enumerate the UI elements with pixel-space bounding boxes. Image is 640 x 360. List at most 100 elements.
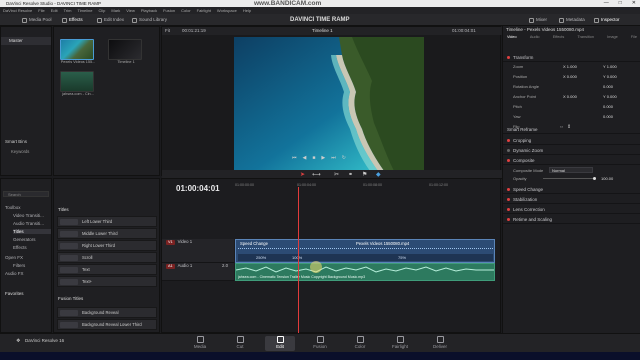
playhead[interactable]: [298, 187, 299, 334]
fx-effects[interactable]: Effects: [13, 245, 27, 250]
menu-file[interactable]: File: [38, 7, 44, 14]
menu-fusion[interactable]: Fusion: [163, 7, 175, 14]
menu-mark[interactable]: Mark: [111, 7, 120, 14]
trim-tool-icon[interactable]: ⟷: [312, 171, 321, 178]
opacity-field[interactable]: 100.00: [601, 176, 613, 181]
selection-tool-icon[interactable]: ➤: [300, 171, 305, 178]
stabilization-section[interactable]: Stabilization: [503, 195, 640, 204]
audio-clip[interactable]: jahsea.com - Cinematic Tension Trailer M…: [235, 263, 495, 281]
position-x-field[interactable]: X 0.000: [563, 74, 577, 79]
anchor-x-field[interactable]: X 0.000: [563, 94, 577, 99]
composite-mode-select[interactable]: Normal: [549, 167, 593, 173]
tab-file[interactable]: File: [631, 35, 637, 39]
close-button[interactable]: ✕: [632, 0, 636, 7]
video-track-header[interactable]: V1 Video 1: [162, 239, 234, 263]
page-cut[interactable]: Cut: [225, 336, 255, 349]
cropping-section[interactable]: Cropping: [503, 136, 640, 145]
link-icon[interactable]: ⚭: [348, 171, 353, 178]
menu-workspace[interactable]: Workspace: [217, 7, 237, 14]
smart-bin-keywords[interactable]: Keywords: [11, 149, 29, 154]
composite-section[interactable]: Composite: [503, 156, 640, 165]
zoom-y-field[interactable]: Y 1.000: [603, 64, 617, 69]
menu-trim[interactable]: Trim: [64, 7, 72, 14]
inspector-button[interactable]: Inspector: [594, 16, 620, 24]
menu-playback[interactable]: Playback: [141, 7, 157, 14]
pool-clip-1[interactable]: Pexels Videos 155...: [60, 39, 96, 64]
fx-titles[interactable]: Titles: [13, 229, 51, 234]
fx-item-right-lower-third[interactable]: Right Lower Third: [57, 240, 157, 251]
anchor-y-field[interactable]: Y 0.000: [603, 94, 617, 99]
smart-reframe-section[interactable]: Smart Reframe: [503, 125, 640, 134]
go-to-start-icon[interactable]: ⏮: [292, 155, 297, 161]
video-clip[interactable]: Speed Change Pexels Videos 1550080.mp4 2…: [235, 239, 495, 263]
loop-icon[interactable]: ↻: [342, 155, 346, 161]
fx-video-transitions[interactable]: Video Transiti...: [13, 213, 44, 218]
tab-audio[interactable]: Audio: [530, 35, 540, 39]
fx-audio-fx[interactable]: Audio FX: [5, 271, 24, 276]
fx-open-fx[interactable]: Open FX: [5, 255, 23, 260]
stop-icon[interactable]: ■: [312, 155, 315, 161]
dynamic-zoom-section[interactable]: Dynamic Zoom: [503, 146, 640, 155]
menu-color[interactable]: Color: [181, 7, 191, 14]
speed-change-section[interactable]: Speed Change: [503, 185, 640, 194]
page-deliver[interactable]: Deliver: [425, 336, 455, 349]
page-edit[interactable]: Edit: [265, 336, 295, 351]
pitch-field[interactable]: 0.000: [603, 104, 613, 109]
tab-effects[interactable]: Effects: [553, 35, 565, 39]
page-fairlight[interactable]: Fairlight: [385, 336, 415, 349]
opacity-slider[interactable]: [543, 177, 596, 180]
menu-view[interactable]: View: [126, 7, 135, 14]
flag-icon[interactable]: ⚑: [362, 171, 367, 178]
media-pool-button[interactable]: Media Pool: [22, 16, 52, 24]
fx-item-background-reveal-lower-third[interactable]: Background Reveal Lower Third: [57, 319, 157, 330]
fx-item-text-plus[interactable]: Text+: [57, 276, 157, 287]
yaw-field[interactable]: 0.000: [603, 114, 613, 119]
pool-clip-2[interactable]: Timeline 1: [108, 39, 144, 64]
marker-icon[interactable]: ◆: [376, 171, 381, 178]
tab-transition[interactable]: Transition: [577, 35, 594, 39]
mixer-button[interactable]: Mixer: [529, 16, 547, 24]
sound-library-button[interactable]: Sound Library: [132, 16, 167, 24]
pool-clip-3[interactable]: jahsea.com - Cin...: [60, 71, 96, 96]
tab-video[interactable]: Video: [507, 35, 517, 39]
fx-item-left-lower-third[interactable]: Left Lower Third: [57, 216, 157, 227]
fx-item-background-reveal[interactable]: Background Reveal: [57, 307, 157, 318]
fx-item-text[interactable]: Text: [57, 264, 157, 275]
blade-tool-icon[interactable]: ✂: [334, 171, 339, 178]
fx-generators[interactable]: Generators: [13, 237, 36, 242]
effects-button[interactable]: Effects: [62, 16, 83, 24]
menu-davinci[interactable]: DaVinci Resolve: [3, 7, 32, 14]
position-y-field[interactable]: Y 0.000: [603, 74, 617, 79]
menu-clip[interactable]: Clip: [98, 7, 105, 14]
page-fusion[interactable]: Fusion: [305, 336, 335, 349]
edit-index-button[interactable]: Edit Index: [97, 16, 124, 24]
rotation-field[interactable]: 0.000: [603, 84, 613, 89]
audio-track-header[interactable]: A1 Audio 1 2.0: [162, 263, 234, 281]
play-icon[interactable]: ▶: [321, 155, 325, 161]
bin-master[interactable]: Master: [1, 37, 51, 45]
fx-item-middle-lower-third[interactable]: Middle Lower Third: [57, 228, 157, 239]
fx-filters[interactable]: Filters: [13, 263, 25, 268]
video-frame[interactable]: [234, 37, 424, 171]
fx-toolbox[interactable]: Toolbox: [5, 205, 21, 210]
metadata-button[interactable]: Metadata: [559, 16, 585, 24]
retime-scaling-section[interactable]: Retime and Scaling: [503, 215, 640, 224]
timeline-ruler[interactable]: 01:00:00:00 01:00:04:00 01:00:08:00 01:0…: [235, 183, 502, 191]
opacity-slider-knob[interactable]: [593, 177, 596, 180]
transform-section[interactable]: Transform: [503, 53, 640, 62]
menu-edit[interactable]: Edit: [51, 7, 58, 14]
zoom-x-field[interactable]: X 1.000: [563, 64, 577, 69]
minimize-button[interactable]: —: [604, 0, 609, 7]
tab-image[interactable]: Image: [607, 35, 618, 39]
speed-segment-3[interactable]: 75%: [398, 255, 406, 260]
page-color[interactable]: Color: [345, 336, 375, 349]
fx-item-scroll[interactable]: Scroll: [57, 252, 157, 263]
reverse-icon[interactable]: ◀: [303, 155, 307, 161]
menu-timeline[interactable]: Timeline: [78, 7, 93, 14]
speed-segment-1[interactable]: 250%: [256, 255, 266, 260]
go-to-end-icon[interactable]: ⏭: [331, 155, 336, 161]
lens-correction-section[interactable]: Lens Correction: [503, 205, 640, 214]
page-media[interactable]: Media: [185, 336, 215, 349]
menu-help[interactable]: Help: [243, 7, 251, 14]
viewer-zoom[interactable]: Fit: [165, 27, 170, 35]
